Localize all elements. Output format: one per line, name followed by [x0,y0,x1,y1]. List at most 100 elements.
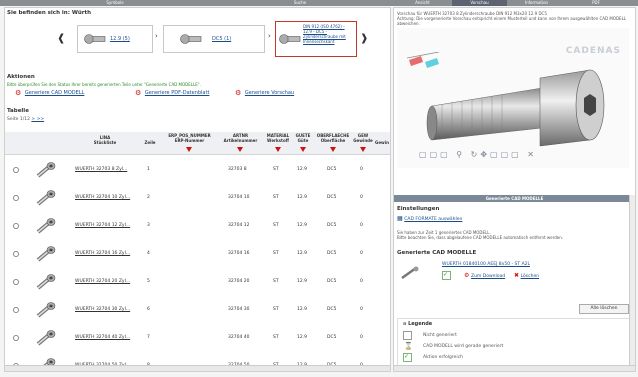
download-icon: ⚙ [464,272,470,279]
row-gewinde: 0 [360,307,363,312]
table-row[interactable]: WUERTH 32704 16 Zyl... 4 32704 16 ST 12.9 DC5… [5,240,390,269]
table-title: Tabelle [7,108,29,114]
download-button[interactable]: ⚙ Zum Download [464,272,505,279]
generate-cad-button[interactable]: ⚙ Generiere CAD MODELL [15,89,84,97]
horizontal-scrollbar[interactable] [5,365,390,371]
generated-item-link[interactable]: WUERTH 01840100 AEEJ 8x50 - ST A2L [442,262,530,267]
screw-thumbnail-icon [35,218,57,236]
paging-next-link[interactable]: > >> [31,117,44,122]
row-lina-link[interactable]: WUERTH 32704 16 Zyl... [75,251,130,256]
row-select-radio[interactable] [13,167,19,173]
pan-icon[interactable]: ✥ [480,150,490,159]
vertical-scrollbar[interactable] [629,195,635,371]
tab-symbols[interactable]: Symbole [60,0,170,6]
generate-pdf-button[interactable]: ⚙ Generiere PDF-Datenblatt [135,89,209,97]
view-icon[interactable]: ▢ [440,150,451,159]
view-icon[interactable]: ▢ [419,150,430,159]
cad-formats-button[interactable]: ▦ CAD FORMATE auswählen [397,215,462,222]
header-lina[interactable]: LINA Stückliste [75,135,135,145]
row-lina-link[interactable]: WUERTH 32703 8 Zyl... [75,167,127,172]
row-oberflaeche: DC5 [327,307,337,312]
breadcrumb-item-current[interactable]: DIN 912 (ISO 4762) - 12.9 - DC5 - Zylind… [275,21,357,57]
table-row[interactable]: WUERTH 32704 30 Zyl... 6 32704 30 ST 12.9 DC5… [5,296,390,325]
row-lina-link[interactable]: WUERTH 32704 10 Zyl... [75,195,130,200]
tab-information[interactable]: Information [509,0,564,6]
row-select-radio[interactable] [13,251,19,257]
row-oberflaeche: DC5 [327,335,337,340]
view-icon[interactable]: ▢ [490,150,501,159]
chevron-right-icon: › [268,32,271,40]
row-lina-link[interactable]: WUERTH 32704 30 Zyl... [75,307,130,312]
header-erp[interactable]: ERP_POS_NUMMER ERP-Nummer [162,133,217,143]
breadcrumb-label[interactable]: 12.9 (5) [110,36,130,42]
row-zeile: 2 [147,195,150,200]
collapse-icon[interactable]: ⊟ [403,321,406,326]
row-gewinde: 0 [360,251,363,256]
screw-thumbnail-icon [35,274,57,292]
table-row[interactable]: WUERTH 32703 8 Zyl... 1 32703 8 ST 12.9 DC5 0 [5,156,390,185]
row-select-radio[interactable] [13,223,19,229]
forward-arrow-icon[interactable]: ❱ [360,33,368,44]
table-row[interactable]: WUERTH 32704 20 Zyl... 5 32704 20 ST 12.9 DC5… [5,268,390,297]
generate-preview-button[interactable]: ⚙ Generiere Vorschau [235,89,294,97]
rotate-icon[interactable]: ↻ [471,150,481,159]
table-row[interactable]: WUERTH 32704 10 Zyl... 2 32704 10 ST 12.9 DC5… [5,184,390,213]
view-icon[interactable]: ▢ [501,150,512,159]
breadcrumb-item-1[interactable]: 12.9 (5) [77,25,153,53]
breadcrumb-label[interactable]: DIN 912 (ISO 4762) - 12.9 - DC5 - Zylind… [303,24,351,44]
row-lina-link[interactable]: WUERTH 32704 40 Zyl... [75,335,130,340]
zoom-icon[interactable]: ⚲ [456,150,465,159]
header-oberflaeche[interactable]: OBERFLAECHE Oberfläche [313,133,353,143]
not-generated-icon [403,331,412,340]
row-select-radio[interactable] [13,195,19,201]
success-icon: ✓ [442,271,451,280]
legend-item: Aktion erfolgreich [423,355,463,360]
sort-filter-icon[interactable] [186,147,192,152]
row-select-radio[interactable] [13,335,19,341]
tab-view[interactable]: Ansicht [395,0,450,6]
screw-3d-model [426,69,605,147]
sort-filter-icon[interactable] [275,147,281,152]
header-gewinde[interactable]: Gewin [373,140,390,145]
back-arrow-icon[interactable]: ❰ [57,33,65,44]
breadcrumb-label[interactable]: DC5 (1) [212,36,231,42]
screw-thumbnail-icon [401,266,419,280]
sort-filter-icon[interactable] [300,147,306,152]
view-icon[interactable]: ▢ [430,150,441,159]
table-header: LINA Stückliste Zeile ERP_POS_NUMMER ERP… [5,132,390,155]
tab-preview[interactable]: Vorschau [452,0,507,6]
row-zeile: 3 [147,223,150,228]
actions-notice: Bitte überprüfen Sie den Status Ihrer be… [7,82,201,87]
tab-pdf[interactable]: PDF [566,0,626,6]
header-artnr[interactable]: ARTNR Artikelnummer [218,133,263,143]
row-gewinde: 0 [360,195,363,200]
row-lina-link[interactable]: WUERTH 32704 12 Zyl... [75,223,130,228]
sort-filter-icon[interactable] [237,147,243,152]
row-guete: 12.9 [297,167,308,172]
sort-filter-icon[interactable] [330,147,336,152]
table-row[interactable]: WUERTH 32704 40 Zyl... 7 32704 40 ST 12.9 DC5… [5,324,390,353]
paging-label: Seite 1/12 > >> [7,117,45,122]
delete-button[interactable]: ✖ Löschen [514,272,539,279]
row-lina-link[interactable]: WUERTH 32704 20 Zyl... [75,279,130,284]
breadcrumb-item-2[interactable]: DC5 (1) [163,25,265,53]
header-gew[interactable]: GEW Gewinde [352,133,374,143]
header-zeile[interactable]: Zeile [140,140,160,145]
horizontal-scrollbar[interactable] [394,365,635,371]
view-icon[interactable]: ▢ [511,150,522,159]
screw-icon [279,34,301,44]
tab-search[interactable]: Suche [260,0,340,6]
delete-all-button[interactable]: Alle löschen [579,304,629,314]
row-select-radio[interactable] [13,279,19,285]
table-row[interactable]: WUERTH 32704 12 Zyl... 3 32704 12 ST 12.9 DC5… [5,212,390,241]
row-artnr: 32704 16 [228,251,250,256]
close-icon[interactable]: ✕ [527,150,537,159]
legend-item: Nicht generiert [423,333,457,338]
header-guete[interactable]: GUETE Güte [293,133,313,143]
3d-viewer[interactable]: CADENAS [397,28,629,168]
legend-item: CAD MODELL wird gerade generiert [423,344,504,349]
header-material[interactable]: MATERIAL Werkstoff [263,133,293,143]
screw-icon [84,34,106,44]
row-select-radio[interactable] [13,307,19,313]
sort-filter-icon[interactable] [360,147,366,152]
